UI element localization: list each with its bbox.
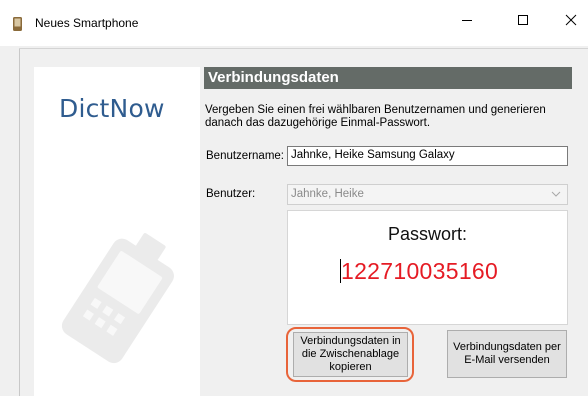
- minimize-icon: [462, 20, 472, 21]
- brand-logo: DictNow: [59, 94, 165, 123]
- user-select-value: Jahnke, Heike: [291, 188, 364, 200]
- maximize-icon: [518, 15, 528, 25]
- section-header: Verbindungsdaten: [204, 67, 572, 89]
- minimize-button[interactable]: [445, 4, 489, 36]
- username-label: Benutzername:: [206, 150, 284, 162]
- chevron-down-icon: [551, 191, 561, 197]
- copy-to-clipboard-button[interactable]: Verbindungsdaten in die Zwischenablage k…: [293, 332, 408, 377]
- client-border-top: [19, 48, 588, 49]
- phone-icon: [13, 17, 22, 31]
- user-select[interactable]: Jahnke, Heike: [287, 184, 568, 205]
- user-label: Benutzer:: [206, 188, 256, 200]
- close-button[interactable]: [549, 4, 588, 36]
- password-value: 122710035160: [341, 258, 499, 284]
- title-bar: Neues Smartphone: [0, 0, 588, 46]
- username-input[interactable]: Jahnke, Heike Samsung Galaxy: [287, 146, 568, 166]
- password-label: Passwort:: [387, 224, 468, 244]
- window-title: Neues Smartphone: [35, 16, 139, 30]
- maximize-button[interactable]: [501, 4, 545, 36]
- intro-text: Vergeben Sie einen frei wählbaren Benutz…: [205, 104, 546, 129]
- send-email-button[interactable]: Verbindungsdaten per E-Mail versenden: [447, 330, 567, 378]
- client-border-left: [19, 48, 20, 396]
- close-icon: [565, 14, 577, 26]
